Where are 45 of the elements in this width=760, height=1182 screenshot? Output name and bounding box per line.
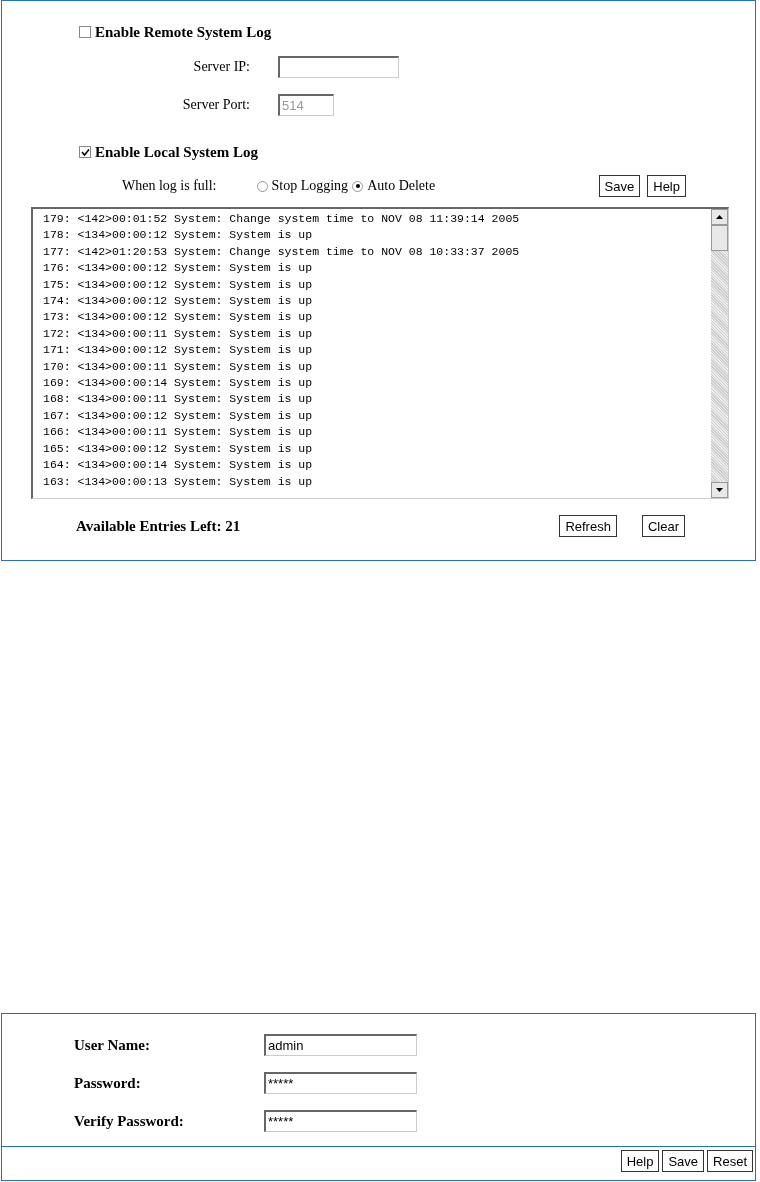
log-line: 170: <134>00:00:11 System: System is up: [43, 358, 314, 375]
log-line: 163: <134>00:00:13 System: System is up: [43, 473, 314, 490]
log-line: 169: <134>00:00:14 System: System is up: [43, 375, 314, 392]
log-line: 179: <142>00:01:52 System: Change system time to NOV 08 11:39:14 2005: [43, 211, 521, 227]
checkbox[interactable]: [79, 146, 91, 158]
radio-label[interactable]: Stop Logging: [271, 178, 349, 194]
log-line: 174: <134>00:00:12 System: System is up: [43, 293, 314, 310]
text-field[interactable]: *****: [264, 1072, 417, 1094]
log-line: 176: <134>00:00:12 System: System is up: [43, 260, 314, 277]
log-line: 173: <134>00:00:12 System: System is up: [43, 309, 314, 326]
log-line: 167: <134>00:00:12 System: System is up: [43, 407, 314, 424]
section-label: Enable Remote System Log: [95, 23, 272, 41]
field-label: User Name:: [74, 1036, 151, 1054]
checkbox[interactable]: [79, 26, 91, 38]
action-button[interactable]: Help: [647, 175, 686, 197]
scroll-thumb[interactable]: [711, 225, 728, 251]
action-button[interactable]: Save: [662, 1150, 705, 1172]
entries-count: Available Entries Left: 21: [76, 517, 241, 535]
log-line: 175: <134>00:00:12 System: System is up: [43, 276, 314, 293]
radio-label[interactable]: Auto Delete: [367, 178, 436, 194]
scroll-up-icon[interactable]: [711, 209, 728, 225]
field-label: Server IP:: [192, 59, 250, 75]
option-label: When log is full:: [122, 178, 217, 194]
action-button[interactable]: Reset: [707, 1150, 753, 1172]
field-label: Server Port:: [181, 97, 250, 113]
log-line: 172: <134>00:00:11 System: System is up: [43, 325, 314, 342]
section-label: Enable Local System Log: [95, 143, 258, 161]
log-line: 164: <134>00:00:14 System: System is up: [43, 457, 314, 474]
text-field[interactable]: admin: [264, 1034, 417, 1056]
text-field[interactable]: *****: [264, 1110, 417, 1132]
log-line: 165: <134>00:00:12 System: System is up: [43, 440, 314, 457]
server-ip-field[interactable]: [278, 56, 399, 78]
action-button[interactable]: Clear: [641, 515, 685, 537]
action-button[interactable]: Help: [620, 1150, 660, 1172]
log-line: 171: <134>00:00:12 System: System is up: [43, 342, 314, 359]
scrollbar[interactable]: [711, 209, 728, 498]
field-label: Verify Password:: [74, 1112, 185, 1130]
scroll-down-icon[interactable]: [711, 482, 728, 498]
log-line: 168: <134>00:00:11 System: System is up: [43, 391, 314, 408]
action-button[interactable]: Save: [598, 175, 641, 197]
field-label: Password:: [74, 1074, 142, 1092]
log-line: 178: <134>00:00:12 System: System is up: [43, 227, 314, 244]
log-line: 177: <142>01:20:53 System: Change system time to NOV 08 10:33:37 2005: [43, 243, 521, 260]
log-line: 166: <134>00:00:11 System: System is up: [43, 424, 314, 441]
action-button[interactable]: Refresh: [559, 515, 617, 537]
